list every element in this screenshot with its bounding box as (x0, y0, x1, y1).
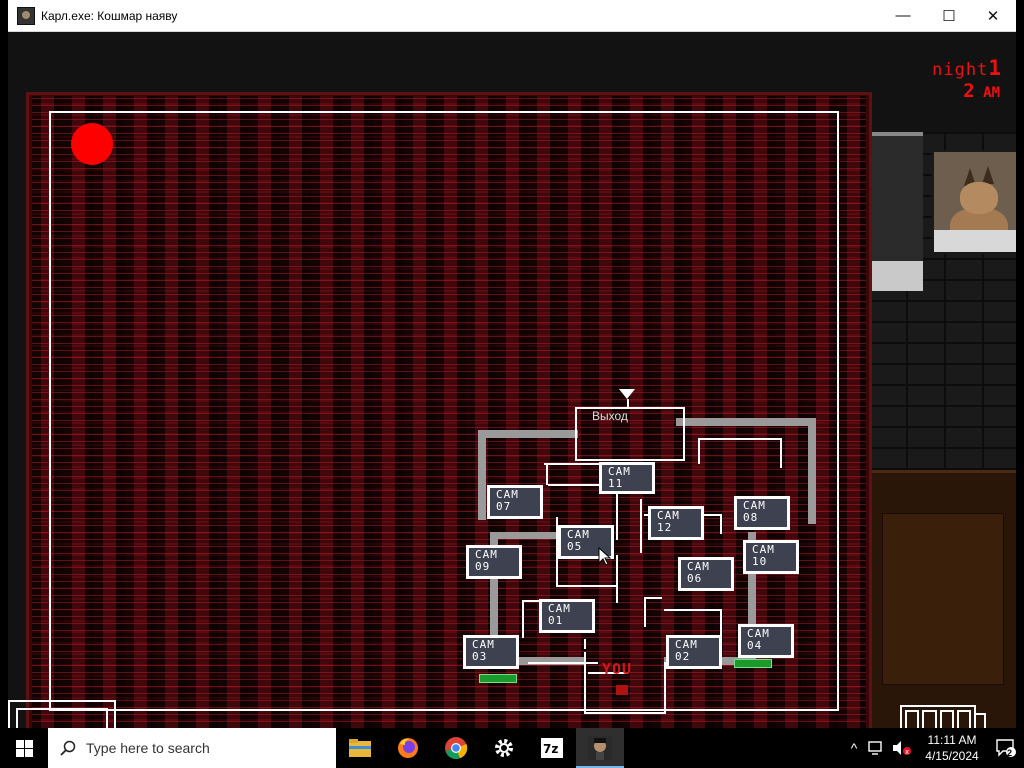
clock-time: 11:11 AM (927, 733, 977, 747)
battery-tip (976, 713, 986, 728)
window-title: Карл.exe: Кошмар наяву (41, 8, 178, 23)
door-panel (868, 132, 923, 291)
folder-icon (349, 739, 371, 757)
camera-button-03[interactable]: CAM 03 (463, 635, 519, 669)
minimize-button[interactable]: — (880, 0, 926, 31)
network-icon[interactable] (867, 740, 885, 756)
volume-muted-icon[interactable]: x (892, 740, 912, 756)
you-marker-icon (616, 685, 628, 695)
exit-arrow-icon (619, 389, 635, 399)
camera-button-11[interactable]: CAM 11 (599, 462, 655, 494)
svg-text:7z: 7z (543, 742, 558, 756)
taskbar-chrome[interactable] (432, 728, 480, 768)
window-titlebar[interactable]: Карл.exe: Кошмар наяву — ☐ ✕ (8, 0, 1016, 32)
chevron-up-icon[interactable]: ^ (844, 740, 864, 756)
camera-map: Выход CAM 11 CAM 07 CAM 05 CAM 12 CAM 08 CAM 0… (448, 387, 828, 714)
chrome-icon (445, 737, 468, 760)
notification-count: 2 (1007, 748, 1013, 758)
camera-toggle-button[interactable] (8, 700, 116, 728)
taskbar-7zip[interactable]: 7z (528, 728, 576, 768)
camera-button-04[interactable]: CAM 04 (738, 624, 794, 658)
clock-date: 4/15/2024 (925, 749, 979, 763)
taskbar-search[interactable]: Type here to search (48, 728, 336, 768)
battery-icon (900, 705, 976, 728)
camera-button-08[interactable]: CAM 08 (734, 496, 790, 530)
desk (868, 470, 1016, 728)
cat-poster (932, 150, 1016, 254)
karl-exe-icon (588, 736, 612, 760)
search-placeholder: Type here to search (86, 740, 210, 756)
door-status-right (734, 659, 772, 668)
firefox-icon (398, 738, 418, 758)
recording-indicator-icon (71, 123, 113, 165)
door-light (868, 261, 923, 291)
svg-text:x: x (905, 748, 909, 756)
taskbar-firefox[interactable] (384, 728, 432, 768)
maximize-button[interactable]: ☐ (926, 0, 972, 31)
camera-button-07[interactable]: CAM 07 (487, 485, 543, 519)
taskbar-settings[interactable] (480, 728, 528, 768)
close-button[interactable]: ✕ (970, 0, 1016, 31)
notification-icon (996, 739, 1016, 757)
mouse-cursor-icon (598, 547, 612, 566)
hour-indicator: 2 AM (963, 80, 1000, 102)
notification-center-button[interactable]: 2 (988, 728, 1024, 768)
you-marker-label: YOU (602, 660, 633, 678)
camera-button-02[interactable]: CAM 02 (666, 635, 722, 669)
search-icon (60, 740, 76, 756)
app-icon (17, 6, 35, 25)
clock[interactable]: 11:11 AM 4/15/2024 (916, 732, 988, 764)
camera-button-12[interactable]: CAM 12 (648, 506, 704, 540)
taskbar-file-explorer[interactable] (336, 728, 384, 768)
taskbar: Type here to search 7z ^ x 11:11 AM 4/15… (0, 728, 1024, 768)
game-viewport: night1 2 AM Выход CAM 11 CAM 07 CAM 05 C… (8, 32, 1016, 728)
7zip-icon: 7z (541, 738, 563, 758)
windows-icon (15, 739, 33, 757)
gear-icon (495, 739, 513, 757)
system-tray: ^ x 11:11 AM 4/15/2024 2 (844, 728, 1024, 768)
night-indicator: night1 (932, 56, 1002, 80)
camera-button-01[interactable]: CAM 01 (539, 599, 595, 633)
camera-button-06[interactable]: CAM 06 (678, 557, 734, 591)
taskbar-karl-exe[interactable] (576, 728, 624, 768)
camera-button-10[interactable]: CAM 10 (743, 540, 799, 574)
exit-label: Выход (592, 409, 628, 423)
door-status-left (479, 674, 517, 683)
start-button[interactable] (0, 728, 48, 768)
camera-button-09[interactable]: CAM 09 (466, 545, 522, 579)
